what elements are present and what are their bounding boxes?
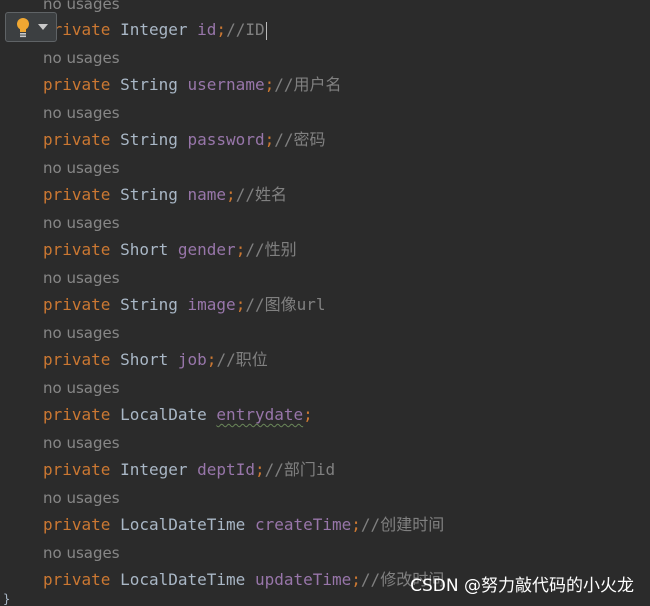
keyword: private xyxy=(43,460,111,479)
semicolon: ; xyxy=(235,240,246,259)
field-name: password xyxy=(187,130,265,149)
type-name: Short xyxy=(120,350,169,369)
field-name: image xyxy=(187,295,236,314)
closing-brace: } xyxy=(3,592,11,606)
field-name: name xyxy=(187,185,227,204)
code-line-entrydate[interactable]: private LocalDate entrydate; xyxy=(43,403,313,427)
usage-hint[interactable]: no usages xyxy=(43,212,120,234)
semicolon: ; xyxy=(254,460,265,479)
code-line-password[interactable]: private String password;//密码 xyxy=(43,128,326,152)
comment: //职位 xyxy=(216,350,268,369)
keyword: private xyxy=(43,515,111,534)
field-name: username xyxy=(187,75,265,94)
field-name: updateTime xyxy=(254,570,352,589)
usage-hint[interactable]: no usages xyxy=(43,322,120,344)
code-line-updatetime[interactable]: private LocalDateTime updateTime;//修改时间 xyxy=(43,568,444,592)
code-line-createtime[interactable]: private LocalDateTime createTime;//创建时间 xyxy=(43,513,444,537)
chevron-down-icon[interactable] xyxy=(38,23,48,31)
semicolon: ; xyxy=(216,20,227,39)
keyword: private xyxy=(43,405,111,424)
field-name: job xyxy=(177,350,207,369)
keyword: private xyxy=(43,570,111,589)
field-name: id xyxy=(197,20,217,39)
type-name: String xyxy=(120,130,178,149)
comment: //密码 xyxy=(274,130,326,149)
type-name: Integer xyxy=(120,460,188,479)
semicolon: ; xyxy=(264,75,275,94)
type-name: LocalDateTime xyxy=(120,515,246,534)
comment: //部门id xyxy=(264,460,336,479)
keyword: private xyxy=(43,130,111,149)
type-name: String xyxy=(120,185,178,204)
code-line-id[interactable]: private Integer id;//ID xyxy=(43,18,267,42)
code-editor[interactable]: no usages private Integer id;//ID no usa… xyxy=(0,0,650,605)
type-name: LocalDate xyxy=(120,405,207,424)
usage-hint[interactable]: no usages xyxy=(43,432,120,454)
type-name: String xyxy=(120,75,178,94)
code-line-deptid[interactable]: private Integer deptId;//部门id xyxy=(43,458,335,482)
watermark: CSDN @努力敲代码的小火龙 xyxy=(410,576,634,596)
semicolon: ; xyxy=(303,405,313,424)
comment: //图像url xyxy=(245,295,326,314)
usage-hint[interactable]: no usages xyxy=(43,267,120,289)
usage-hint[interactable]: no usages xyxy=(43,487,120,509)
usage-hint[interactable]: no usages xyxy=(43,47,120,69)
field-name: gender xyxy=(177,240,236,259)
type-name: Integer xyxy=(120,20,188,39)
text-cursor xyxy=(265,21,267,40)
semicolon: ; xyxy=(206,350,217,369)
comment: //姓名 xyxy=(235,185,287,204)
field-name: deptId xyxy=(197,460,255,479)
lightbulb-icon xyxy=(17,18,29,38)
comment: //用户名 xyxy=(274,75,342,94)
semicolon: ; xyxy=(235,295,246,314)
code-line-image[interactable]: private String image;//图像url xyxy=(43,293,326,317)
field-name: entrydate xyxy=(216,405,304,424)
keyword: private xyxy=(43,240,111,259)
keyword: private xyxy=(43,185,111,204)
usage-hint[interactable]: no usages xyxy=(43,102,120,124)
semicolon: ; xyxy=(226,185,236,204)
keyword: private xyxy=(43,295,111,314)
usage-hint[interactable]: no usages xyxy=(43,542,120,564)
comment: //ID xyxy=(226,20,265,39)
intention-actions-button[interactable] xyxy=(5,12,57,42)
code-line-username[interactable]: private String username;//用户名 xyxy=(43,73,342,97)
type-name: Short xyxy=(120,240,169,259)
keyword: private xyxy=(43,350,111,369)
usage-hint[interactable]: no usages xyxy=(43,157,120,179)
semicolon: ; xyxy=(351,570,361,589)
semicolon: ; xyxy=(264,130,275,149)
type-name: LocalDateTime xyxy=(120,570,246,589)
comment: //创建时间 xyxy=(360,515,445,534)
comment: //性别 xyxy=(245,240,297,259)
usage-hint[interactable]: no usages xyxy=(43,377,120,399)
semicolon: ; xyxy=(351,515,361,534)
keyword: private xyxy=(43,75,111,94)
code-line-name[interactable]: private String name;//姓名 xyxy=(43,183,287,207)
field-name: createTime xyxy=(254,515,352,534)
code-line-gender[interactable]: private Short gender;//性别 xyxy=(43,238,297,262)
type-name: String xyxy=(120,295,178,314)
code-line-job[interactable]: private Short job;//职位 xyxy=(43,348,268,372)
